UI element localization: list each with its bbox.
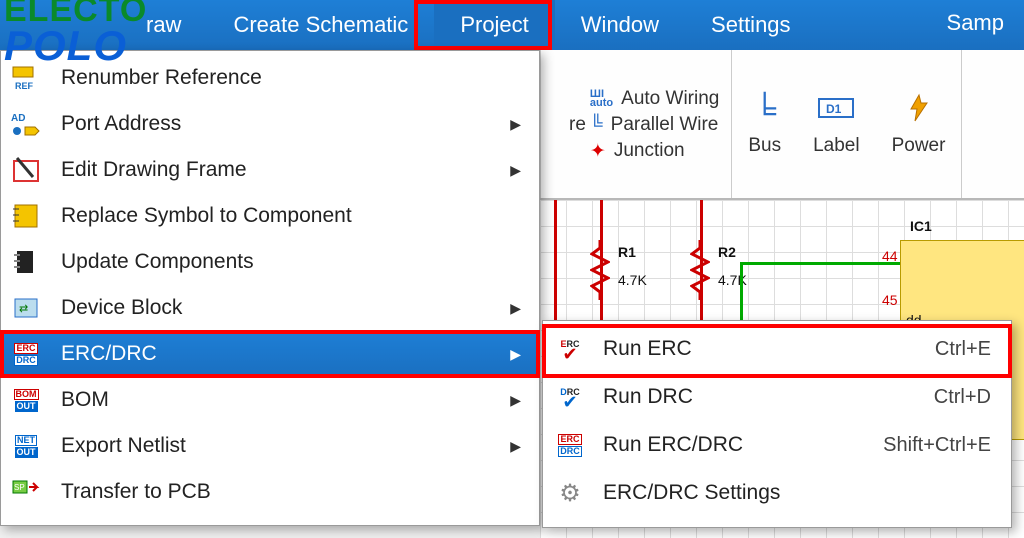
auto-wiring-button[interactable]: ШIauto Auto Wiring	[590, 88, 719, 110]
menubar-item-create-schematic[interactable]: Create Schematic	[207, 0, 434, 50]
gear-icon: ⚙	[553, 476, 587, 510]
val-r1: 4.7K	[618, 272, 647, 288]
project-menu: REF Renumber Reference AD Port Address ▶…	[0, 50, 540, 526]
menu-item-update-components-label: Update Components	[61, 250, 521, 274]
submenu-item-run-drc[interactable]: DRC ✔ Run DRC Ctrl+D	[543, 373, 1011, 421]
erc-drc-box-icon: ERC DRC	[553, 428, 587, 462]
svg-text:⇄: ⇄	[19, 303, 28, 315]
submenu-item-run-erc-label: Run ERC	[603, 337, 919, 361]
menubar-sample-label: Samp	[947, 10, 1004, 35]
menubar-item-settings[interactable]: Settings	[685, 0, 817, 50]
submenu-arrow-icon: ▶	[510, 438, 521, 455]
parallel-wire-label: Parallel Wire	[611, 114, 719, 136]
drawing-frame-icon	[9, 153, 43, 187]
update-components-icon	[9, 245, 43, 279]
menu-item-erc-drc-label: ERC/DRC	[61, 342, 492, 366]
submenu-arrow-icon: ▶	[510, 392, 521, 409]
menu-item-bom[interactable]: BOM OUT BOM ▶	[1, 377, 539, 423]
menubar-item-raw-label: raw	[146, 12, 181, 38]
menu-item-replace-symbol-label: Replace Symbol to Component	[61, 204, 521, 228]
submenu-item-run-erc-drc-label: Run ERC/DRC	[603, 433, 867, 457]
menu-item-transfer-to-pcb-label: Transfer to PCB	[61, 480, 521, 504]
erc-drc-icon: ERC DRC	[9, 337, 43, 371]
submenu-arrow-icon: ▶	[510, 116, 521, 133]
bus-label: Bus	[748, 135, 781, 157]
submenu-item-run-drc-label: Run DRC	[603, 385, 918, 409]
menubar-item-window[interactable]: Window	[555, 0, 685, 50]
submenu-item-run-erc-drc-shortcut: Shift+Ctrl+E	[883, 434, 991, 457]
ref-ic1: IC1	[910, 218, 932, 234]
menu-item-device-block[interactable]: ⇄ Device Block ▶	[1, 285, 539, 331]
svg-text:D1: D1	[826, 102, 842, 116]
ribbon-group-bus: ╘ Bus D1 Label Power	[732, 50, 962, 198]
menu-item-update-components[interactable]: Update Components	[1, 239, 539, 285]
junction-button[interactable]: ✦ Junction	[590, 140, 719, 163]
svg-text:AD: AD	[11, 113, 25, 124]
label-label: Label	[813, 135, 860, 157]
menu-item-device-block-label: Device Block	[61, 296, 492, 320]
label-button[interactable]: D1 Label	[797, 58, 876, 190]
submenu-item-run-drc-shortcut: Ctrl+D	[934, 386, 991, 409]
submenu-arrow-icon: ▶	[510, 346, 521, 363]
to-pcb-icon: SP	[9, 475, 43, 509]
submenu-arrow-icon: ▶	[510, 162, 521, 179]
ribbon-wire-partial: re	[569, 114, 586, 136]
menubar: raw Create Schematic Project Window Sett…	[0, 0, 1024, 50]
bom-icon: BOM OUT	[9, 383, 43, 417]
bus-icon: ╘	[753, 92, 776, 129]
pin-44: 44	[882, 248, 898, 264]
ref-r2: R2	[718, 244, 736, 260]
parallel-wire-button[interactable]: ╚ Parallel Wire	[590, 114, 719, 136]
submenu-arrow-icon: ▶	[510, 300, 521, 317]
junction-icon: ✦	[590, 140, 606, 163]
submenu-item-run-erc-shortcut: Ctrl+E	[935, 338, 991, 361]
ref-r1: R1	[618, 244, 636, 260]
menu-item-transfer-to-pcb[interactable]: SP Transfer to PCB	[1, 469, 539, 515]
menubar-item-window-label: Window	[581, 12, 659, 38]
menu-item-renumber-reference-label: Renumber Reference	[61, 66, 521, 90]
drc-check-icon: DRC ✔	[553, 380, 587, 414]
menu-item-edit-drawing-frame-label: Edit Drawing Frame	[61, 158, 492, 182]
menu-item-renumber-reference[interactable]: REF Renumber Reference	[1, 55, 539, 101]
menu-item-edit-drawing-frame[interactable]: Edit Drawing Frame ▶	[1, 147, 539, 193]
ribbon-group-wiring: re ШIauto Auto Wiring ╚ Parallel Wire ✦ …	[540, 50, 732, 198]
submenu-item-erc-drc-settings-label: ERC/DRC Settings	[603, 481, 975, 505]
menu-item-port-address[interactable]: AD Port Address ▶	[1, 101, 539, 147]
power-button[interactable]: Power	[876, 58, 962, 190]
auto-wiring-label: Auto Wiring	[621, 88, 719, 110]
device-block-icon: ⇄	[9, 291, 43, 325]
menu-item-erc-drc[interactable]: ERC DRC ERC/DRC ▶	[1, 331, 539, 377]
junction-label: Junction	[614, 140, 685, 162]
port-address-icon: AD	[9, 107, 43, 141]
menubar-item-settings-label: Settings	[711, 12, 791, 38]
menu-item-export-netlist-label: Export Netlist	[61, 434, 492, 458]
netlist-icon: NET OUT	[9, 429, 43, 463]
renumber-icon: REF	[9, 61, 43, 95]
svg-text:REF: REF	[15, 81, 34, 91]
menu-item-port-address-label: Port Address	[61, 112, 492, 136]
menu-item-replace-symbol[interactable]: Replace Symbol to Component	[1, 193, 539, 239]
submenu-item-run-erc-drc[interactable]: ERC DRC Run ERC/DRC Shift+Ctrl+E	[543, 421, 1011, 469]
menubar-sample[interactable]: Samp	[927, 0, 1024, 50]
submenu-item-run-erc[interactable]: ERC ✔ Run ERC Ctrl+E	[543, 325, 1011, 373]
submenu-item-erc-drc-settings[interactable]: ⚙ ERC/DRC Settings	[543, 469, 1011, 517]
menubar-item-raw[interactable]: raw	[120, 0, 207, 50]
menu-item-export-netlist[interactable]: NET OUT Export Netlist ▶	[1, 423, 539, 469]
svg-text:SP: SP	[14, 483, 25, 492]
label-icon: D1	[816, 91, 856, 129]
pin-45: 45	[882, 292, 898, 308]
menubar-item-create-schematic-label: Create Schematic	[233, 12, 408, 38]
bus-button[interactable]: ╘ Bus	[732, 58, 797, 190]
power-label: Power	[892, 135, 946, 157]
erc-drc-submenu: ERC ✔ Run ERC Ctrl+E DRC ✔ Run DRC Ctrl+…	[542, 320, 1012, 528]
menubar-item-project-label: Project	[460, 12, 528, 38]
replace-symbol-icon	[9, 199, 43, 233]
erc-check-icon: ERC ✔	[553, 332, 587, 366]
parallel-wire-icon: ╚	[590, 114, 603, 135]
menubar-item-project[interactable]: Project	[434, 0, 554, 50]
menu-item-bom-label: BOM	[61, 388, 492, 412]
power-icon	[903, 91, 935, 129]
auto-wiring-icon: ШIauto	[590, 90, 613, 108]
